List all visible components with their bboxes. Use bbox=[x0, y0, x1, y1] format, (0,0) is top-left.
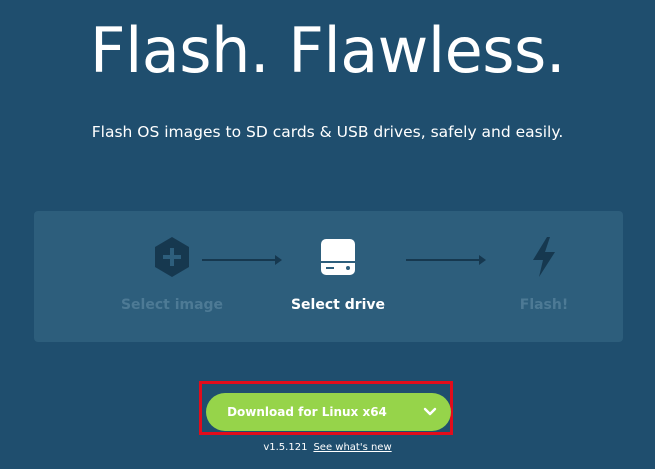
download-button[interactable]: Download for Linux x64 bbox=[206, 393, 451, 431]
whats-new-link[interactable]: See what's new bbox=[313, 442, 391, 453]
version-line: v1.5.121 See what's new bbox=[0, 440, 655, 456]
download-button-label: Download for Linux x64 bbox=[227, 405, 387, 419]
step-select-image: Select image bbox=[92, 211, 252, 342]
version-number: v1.5.121 bbox=[263, 442, 308, 453]
hero-subtitle: Flash OS images to SD cards & USB drives… bbox=[91, 123, 564, 141]
lightning-bolt-icon bbox=[533, 237, 555, 277]
hero-title: Flash. Flawless. bbox=[89, 14, 566, 87]
step-select-drive[interactable]: Select drive bbox=[258, 211, 418, 342]
step-label-select-image: Select image bbox=[120, 297, 224, 313]
step-flash: Flash! bbox=[464, 211, 624, 342]
step-label-flash: Flash! bbox=[519, 297, 569, 313]
step-label-select-drive: Select drive bbox=[290, 297, 386, 313]
steps-panel: Select image Select drive Flash! bbox=[34, 211, 623, 342]
drive-icon bbox=[321, 239, 355, 275]
chevron-down-icon[interactable] bbox=[423, 406, 437, 418]
hexagon-plus-icon bbox=[155, 237, 189, 277]
